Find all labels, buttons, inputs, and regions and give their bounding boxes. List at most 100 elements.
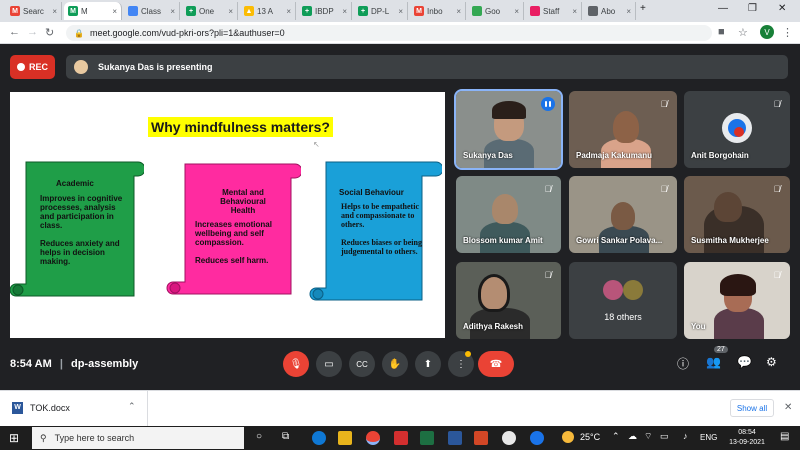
reload-icon[interactable]: ↻: [45, 26, 54, 39]
profile-avatar[interactable]: V: [760, 25, 774, 39]
app-icon[interactable]: [502, 431, 516, 445]
tray-chevron-icon[interactable]: ⌃: [612, 431, 620, 442]
forward-arrow-icon[interactable]: →: [27, 26, 38, 38]
participant-tile[interactable]: Sukanya Das: [454, 89, 563, 170]
tab-close-icon[interactable]: ×: [228, 7, 233, 16]
participant-tile[interactable]: 🎙̸ Gowri Sankar Polava...: [569, 176, 677, 253]
restore-icon[interactable]: ❐: [748, 3, 757, 14]
raise-hand-button[interactable]: ✋: [382, 351, 408, 377]
search-icon: ⚲: [40, 432, 47, 443]
browser-tab[interactable]: M M ×: [64, 2, 122, 20]
tab-close-icon[interactable]: ×: [514, 7, 519, 16]
slide-title: Why mindfulness matters?: [148, 117, 333, 137]
presented-slide: Why mindfulness matters? ↖ Academic Impr…: [10, 92, 445, 338]
volume-icon[interactable]: ♪: [683, 431, 688, 441]
others-tile[interactable]: 18 others: [569, 262, 677, 339]
participant-tile[interactable]: 🎙̸ Anit Borgohain: [684, 91, 790, 168]
tab-label: Abo: [601, 6, 616, 16]
scroll-academic-body: Improves in cognitive processes, analysi…: [40, 194, 123, 266]
cortana-icon[interactable]: ○: [256, 431, 262, 442]
notifications-icon[interactable]: ▤: [780, 431, 789, 442]
browser-tab[interactable]: + IBDP ×: [298, 2, 352, 20]
edge-icon[interactable]: [312, 431, 326, 445]
close-downloads-icon[interactable]: ✕: [784, 402, 792, 413]
download-item[interactable]: W TOK.docx ⌃: [0, 391, 148, 426]
network-icon[interactable]: ☁: [628, 431, 637, 442]
captions-icon: CC: [356, 359, 368, 369]
video-icon: ▭: [324, 358, 334, 370]
participant-tile[interactable]: 🎙̸ Adithya Rakesh: [456, 262, 561, 339]
tab-close-icon[interactable]: ×: [342, 7, 347, 16]
browser-tab[interactable]: Goo ×: [468, 2, 524, 20]
muted-mic-icon: 🎙̸: [544, 184, 552, 194]
taskbar-search-input[interactable]: ⚲ Type here to search: [32, 427, 244, 449]
present-button[interactable]: ⬆: [415, 351, 441, 377]
mic-toggle-button[interactable]: 🎙: [283, 351, 309, 377]
task-view-icon[interactable]: ⧉: [282, 431, 289, 442]
chat-icon[interactable]: 💬: [737, 355, 752, 369]
browser-tab[interactable]: ▲ 13 A ×: [240, 2, 296, 20]
tab-favicon-icon: [530, 6, 540, 16]
captions-button[interactable]: CC: [349, 351, 375, 377]
info-icon[interactable]: ⓘ: [677, 355, 689, 372]
presenting-banner: Sukanya Das is presenting: [66, 55, 788, 79]
present-screen-icon: ⬆: [423, 358, 433, 370]
browser-tab[interactable]: M Inbo ×: [410, 2, 466, 20]
file-explorer-icon[interactable]: [338, 431, 352, 445]
tab-close-icon[interactable]: ×: [170, 7, 175, 16]
bookmark-star-icon[interactable]: ☆: [738, 26, 748, 39]
people-icon[interactable]: 👥: [706, 355, 721, 369]
participant-name: Adithya Rakesh: [463, 322, 524, 331]
back-arrow-icon[interactable]: ←: [9, 26, 20, 38]
camera-toggle-button[interactable]: ▭: [316, 351, 342, 377]
new-tab-button[interactable]: +: [640, 3, 646, 14]
participant-name: Gowri Sankar Polava...: [576, 236, 663, 245]
weather-temp[interactable]: 25°C: [580, 432, 600, 442]
url-field[interactable]: 🔒 meet.google.com/vud-pkri-ors?pli=1&aut…: [66, 25, 712, 41]
battery-icon[interactable]: ▭: [660, 431, 669, 442]
wifi-icon[interactable]: ⌔: [644, 431, 652, 442]
weather-icon: [562, 431, 574, 443]
rec-label: REC: [28, 62, 48, 72]
browser-tab[interactable]: + DP-L ×: [354, 2, 408, 20]
url-text: meet.google.com/vud-pkri-ors?pli=1&authu…: [89, 28, 285, 38]
menu-icon[interactable]: ⋮: [782, 26, 793, 39]
tab-close-icon[interactable]: ×: [626, 7, 631, 16]
tab-close-icon[interactable]: ×: [398, 7, 403, 16]
scroll-academic-heading: Academic: [56, 179, 94, 188]
clock-time: 08:54: [738, 429, 756, 436]
tab-label: Staff: [543, 6, 560, 16]
browser-tab[interactable]: Staff ×: [526, 2, 582, 20]
show-all-button[interactable]: Show all: [730, 399, 774, 417]
participant-tile[interactable]: 🎙̸ Susmitha Mukherjee: [684, 176, 790, 253]
minimize-icon[interactable]: —: [718, 3, 728, 14]
browser-tab[interactable]: Abo ×: [584, 2, 636, 20]
browser-tab[interactable]: + One ×: [182, 2, 238, 20]
language-indicator[interactable]: ENG: [700, 433, 717, 442]
participant-tile[interactable]: 🎙̸ Padmaja Kakumanu: [569, 91, 677, 168]
tab-close-icon[interactable]: ×: [456, 7, 461, 16]
tab-close-icon[interactable]: ×: [52, 7, 57, 16]
participant-tile[interactable]: 🎙̸ Blossom kumar Amit: [456, 176, 561, 253]
tab-close-icon[interactable]: ×: [286, 7, 291, 16]
activities-icon[interactable]: ⚙: [766, 355, 777, 369]
chevron-up-icon[interactable]: ⌃: [128, 401, 136, 412]
powerpoint-icon[interactable]: [474, 431, 488, 445]
word-icon[interactable]: [448, 431, 462, 445]
windows-start-icon[interactable]: ⊞: [9, 431, 19, 445]
app-icon[interactable]: [394, 431, 408, 445]
browser-tab[interactable]: M Searc ×: [6, 2, 62, 20]
tab-close-icon[interactable]: ×: [112, 7, 117, 16]
self-tile[interactable]: 🎙̸ You: [684, 262, 790, 339]
leave-call-button[interactable]: ☎: [478, 351, 514, 377]
participant-video: [478, 274, 510, 312]
tab-close-icon[interactable]: ×: [572, 7, 577, 16]
clock[interactable]: 08:54 13-09-2021: [726, 428, 768, 448]
excel-icon[interactable]: [420, 431, 434, 445]
camera-icon[interactable]: ■: [718, 26, 725, 38]
browser-tab[interactable]: Class ×: [124, 2, 180, 20]
close-window-icon[interactable]: ✕: [778, 3, 786, 14]
app-icon[interactable]: [530, 431, 544, 445]
chrome-icon[interactable]: [366, 431, 380, 445]
tab-label: M: [81, 6, 88, 16]
